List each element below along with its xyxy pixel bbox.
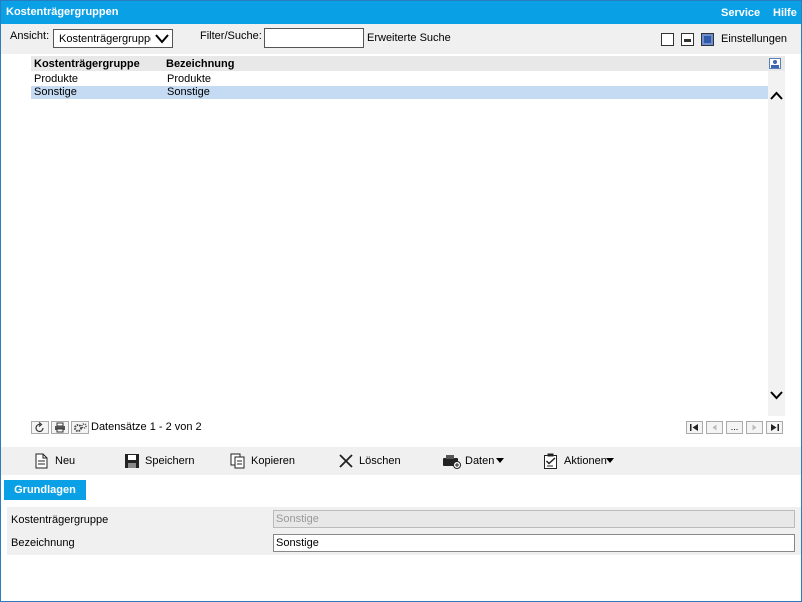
refresh-button[interactable] [31,421,49,434]
new-button[interactable]: Neu [34,453,84,469]
app-window: Kostenträgergruppen Service Hilfe Ansich… [0,0,802,602]
clipboard-check-icon [544,453,557,469]
action-toolbar: Neu Speichern Kopieren Löschen Daten Akt… [1,447,801,475]
actions-menu-label: Aktionen [564,455,607,467]
print-button[interactable] [51,421,69,434]
table-row-selected[interactable]: Sonstige Sonstige [31,86,768,99]
refresh-icon [35,422,44,432]
data-menu-button[interactable]: Daten [442,453,508,469]
split-icon [684,39,691,42]
previous-page-button[interactable] [706,421,723,434]
data-menu-label: Daten [465,455,495,467]
cell-name: Sonstige [167,86,210,98]
delete-button[interactable]: Löschen [338,453,408,469]
scroll-up-icon[interactable] [770,91,783,101]
new-document-icon [35,453,48,469]
group-field: Sonstige [273,510,795,528]
last-page-button[interactable] [766,421,783,434]
cell-name: Produkte [167,73,212,85]
cell-group: Sonstige [34,86,77,98]
name-field[interactable]: Sonstige [273,534,795,552]
next-page-button[interactable] [746,421,763,434]
filter-label: Filter/Suche: [200,30,262,42]
name-field-label: Bezeichnung [11,537,75,549]
dropdown-arrow-icon [606,458,614,463]
copy-button-label: Kopieren [251,455,296,467]
new-button-label: Neu [55,455,76,467]
cell-group: Produkte [34,73,79,85]
view-select-value: Kostenträgergruppe [59,33,151,45]
view-select[interactable]: Kostenträgergruppe [53,29,173,48]
first-page-icon [690,424,698,431]
records-grid: Kostenträgergruppe Bezeichnung Produkte … [31,54,785,416]
chevron-down-icon [155,34,169,44]
grid-scrollbar[interactable] [768,71,785,416]
grid-header: Kostenträgergruppe Bezeichnung [31,56,785,71]
save-button[interactable]: Speichern [124,453,204,469]
pager-bar: Datensätze 1 - 2 von 2 ... [1,416,801,438]
dropdown-arrow-icon [496,458,504,463]
printer-icon [55,422,65,433]
layout-full-button[interactable] [701,33,714,46]
settings-link[interactable]: Einstellungen [721,33,787,45]
layout-single-button[interactable] [661,33,674,46]
view-label: Ansicht: [10,30,50,42]
next-page-icon [752,424,757,431]
column-header-name[interactable]: Bezeichnung [166,58,234,70]
menu-service-link[interactable]: Service [721,7,760,19]
tab-grundlagen[interactable]: Grundlagen [4,480,86,500]
grid-settings-button[interactable] [71,421,89,434]
filter-search-input[interactable] [264,28,364,48]
group-field-label: Kostenträgergruppe [11,514,109,526]
advanced-search-link[interactable]: Erweiterte Suche [367,32,451,44]
delete-button-label: Löschen [359,455,401,467]
scroll-down-icon[interactable] [770,390,783,400]
column-header-group[interactable]: Kostenträgergruppe [34,58,140,70]
detail-form: Kostenträgergruppe Sonstige Bezeichnung … [7,507,801,555]
title-bar: Kostenträgergruppen Service Hilfe [1,1,801,24]
copy-icon [230,453,245,469]
save-button-label: Speichern [145,455,195,467]
column-chooser-icon[interactable] [769,58,781,69]
page-more-button[interactable]: ... [726,421,743,434]
previous-page-icon [712,424,717,431]
record-count: Datensätze 1 - 2 von 2 [91,421,202,433]
filter-toolbar: Ansicht: Kostenträgergruppe Filter/Suche… [1,24,801,54]
table-row[interactable]: Produkte Produkte [31,73,768,86]
last-page-icon [771,424,779,431]
first-page-button[interactable] [686,421,703,434]
copy-button[interactable]: Kopieren [230,453,310,469]
actions-menu-button[interactable]: Aktionen [543,453,617,469]
full-icon [704,36,711,43]
layout-split-button[interactable] [681,33,694,46]
database-car-icon [443,455,461,469]
close-icon [339,454,353,468]
menu-help-link[interactable]: Hilfe [773,7,797,19]
page-title: Kostenträgergruppen [6,6,119,18]
save-icon [125,454,139,468]
gear-icon [74,423,87,432]
detail-tabs: Grundlagen [1,475,801,503]
